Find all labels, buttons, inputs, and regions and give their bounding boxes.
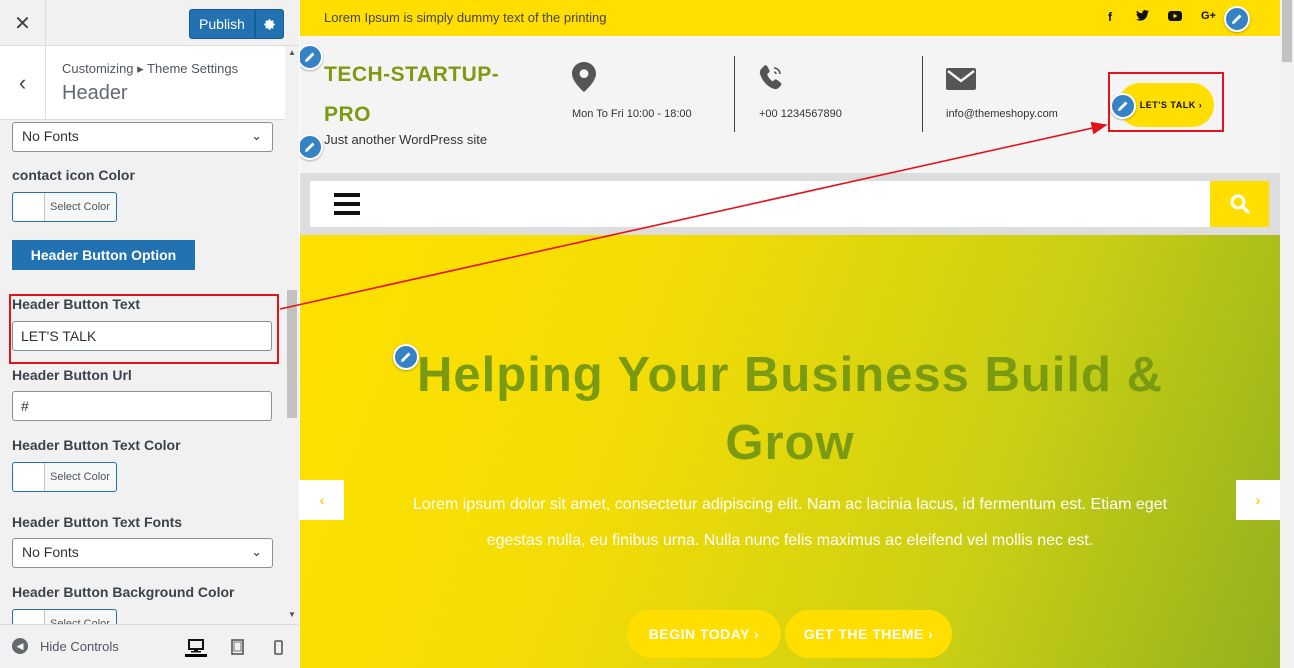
hero-slider: Helping Your Business Build & Grow Lorem… [300, 235, 1280, 668]
header-button-option-heading: Header Button Option [12, 240, 195, 270]
contact-icon-color-picker[interactable]: Select Color [12, 192, 117, 222]
mobile-preview-icon[interactable] [267, 637, 289, 657]
youtube-icon[interactable] [1168, 10, 1182, 24]
collapse-icon: ◀ [12, 638, 28, 654]
header-button-url-label: Header Button Url [12, 367, 132, 383]
chevron-left-icon[interactable]: ‹ [300, 480, 344, 520]
header-button-text-input[interactable]: LET'S TALK [12, 321, 272, 351]
header-button-bg-color-picker[interactable]: Select Color [12, 609, 117, 624]
google-plus-icon[interactable]: G+ [1201, 10, 1216, 22]
pencil-icon[interactable] [1224, 6, 1250, 32]
customizer-sidebar: ✕ Publish ‹ Customizing ▸ Theme Settings… [0, 0, 299, 668]
fonts-select[interactable]: No Fonts ⌄ [12, 122, 273, 152]
sidebar-scrollbar[interactable]: ▲ ▼ [285, 46, 299, 624]
preview-scrollbar[interactable] [1280, 0, 1294, 668]
begin-today-button[interactable]: BEGIN TODAY › [627, 610, 781, 658]
scroll-up-icon[interactable]: ▲ [288, 48, 296, 57]
pencil-icon[interactable] [300, 44, 323, 70]
top-bar: Lorem Ipsum is simply dummy text of the … [300, 0, 1280, 36]
site-preview: Lorem Ipsum is simply dummy text of the … [300, 0, 1280, 668]
phone-icon [758, 64, 784, 97]
search-icon[interactable] [1210, 181, 1269, 227]
chevron-down-icon: ⌄ [251, 128, 262, 143]
logo-line-1: TECH-STARTUP- [324, 63, 500, 86]
header-button-text-label: Header Button Text [12, 296, 141, 312]
header-button-fonts-select[interactable]: No Fonts ⌄ [12, 538, 273, 568]
breadcrumb: Customizing ▸ Theme Settings [62, 61, 239, 76]
select-color-label: Select Color [50, 201, 110, 213]
color-swatch [13, 610, 45, 624]
select-color-label: Select Color [50, 471, 110, 483]
hide-controls-button[interactable]: ◀ Hide Controls [12, 638, 119, 654]
phone-text: +00 1234567890 [759, 108, 842, 120]
pencil-icon[interactable] [300, 134, 323, 160]
top-tagline: Lorem Ipsum is simply dummy text of the … [324, 10, 607, 25]
hours-text: Mon To Fri 10:00 - 18:00 [572, 108, 692, 120]
main-navbar [310, 181, 1210, 227]
header-button-text-color-label: Header Button Text Color [12, 437, 181, 453]
scrollbar-thumb[interactable] [1282, 0, 1292, 62]
color-swatch [13, 463, 45, 491]
site-description: Just another WordPress site [324, 132, 488, 147]
pencil-icon[interactable] [1110, 93, 1136, 119]
customizer-footer: ◀ Hide Controls [0, 624, 299, 668]
hide-controls-label: Hide Controls [40, 638, 119, 654]
header-button-text-fonts-label: Header Button Text Fonts [12, 514, 183, 530]
section-title: Header [62, 82, 128, 104]
divider [734, 56, 735, 132]
nav-wrapper [300, 173, 1280, 235]
desktop-preview-icon[interactable] [185, 637, 207, 657]
get-theme-button[interactable]: GET THE THEME › [785, 610, 952, 658]
chevron-right-icon[interactable]: › [1236, 480, 1280, 520]
fonts-select-value: No Fonts [22, 544, 79, 560]
header-button-url-input[interactable]: # [12, 391, 272, 421]
tablet-preview-icon[interactable] [226, 637, 248, 657]
header-button-text-color-picker[interactable]: Select Color [12, 462, 117, 492]
location-contact [572, 62, 596, 97]
gear-icon[interactable] [255, 9, 284, 39]
chevron-down-icon: ⌄ [251, 544, 262, 559]
envelope-icon [946, 68, 976, 95]
twitter-icon[interactable] [1136, 10, 1149, 24]
controls-panel: No Fonts ⌄ contact icon Color Select Col… [0, 120, 285, 624]
divider [922, 56, 923, 132]
contact-icon-color-label: contact icon Color [12, 167, 135, 183]
facebook-icon[interactable]: f [1108, 10, 1112, 24]
email-text: info@themeshopy.com [946, 108, 1058, 120]
logo-line-2: PRO [324, 103, 372, 126]
fonts-select-value: No Fonts [22, 128, 79, 144]
hero-title: Helping Your Business Build & Grow [417, 348, 1163, 470]
scrollbar-thumb[interactable] [287, 290, 297, 418]
hero-text: Lorem ipsum dolor sit amet, consectetur … [412, 496, 1168, 549]
back-arrow-icon[interactable]: ‹ [0, 46, 46, 120]
map-pin-icon [572, 62, 596, 92]
select-color-label: Select Color [50, 618, 110, 624]
section-header: ‹ Customizing ▸ Theme Settings Header [0, 46, 285, 120]
close-icon[interactable]: ✕ [0, 0, 46, 46]
publish-button[interactable]: Publish [189, 9, 255, 39]
header-button-bg-color-label: Header Button Background Color [12, 584, 235, 600]
customizer-header: ✕ Publish [0, 0, 299, 46]
color-swatch [13, 193, 45, 221]
scroll-down-icon[interactable]: ▼ [288, 610, 296, 619]
hamburger-menu-icon[interactable] [334, 193, 360, 215]
site-logo[interactable]: TECH-STARTUP- PRO [324, 55, 499, 135]
